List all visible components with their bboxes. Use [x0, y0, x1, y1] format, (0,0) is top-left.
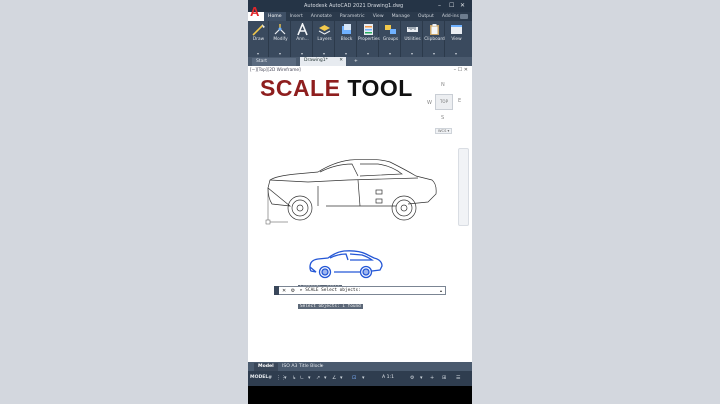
panel-view-label: View: [451, 37, 462, 42]
chevron-down-icon[interactable]: ▾: [389, 51, 391, 56]
chevron-down-icon[interactable]: ▾: [367, 51, 369, 56]
tab-parametric[interactable]: Parametric: [336, 12, 369, 21]
panel-annotation[interactable]: Ann... ▾: [292, 21, 313, 57]
chevron-down-icon[interactable]: ▾: [301, 51, 303, 56]
properties-icon: [364, 24, 373, 35]
chevron-down-icon[interactable]: ▾: [279, 51, 281, 56]
utilities-icon: [407, 27, 418, 32]
gear-icon[interactable]: ⚙: [291, 288, 295, 294]
clipboard-icon: [430, 24, 439, 35]
tab-insert[interactable]: Insert: [286, 12, 307, 21]
autocad-logo[interactable]: A: [250, 4, 262, 20]
panel-groups[interactable]: Groups ▾: [380, 21, 401, 57]
chevron-down-icon[interactable]: ▾: [284, 375, 287, 381]
panel-properties-label: Properties: [358, 37, 380, 42]
block-icon: [342, 24, 351, 34]
status-bar: MODEL # ⋮⋮ ▾ ↳ ∟ ▾ ↗ ▾ ∠ ▾ ⊡ ▾ A 1:1 ⚙ ▾…: [248, 371, 472, 386]
chevron-down-icon[interactable]: ▾: [308, 375, 311, 381]
chevron-down-icon[interactable]: ▾: [257, 51, 259, 56]
file-tabs: Start Drawing1* ✕ +: [248, 57, 472, 353]
panel-modify[interactable]: Modify ▾: [270, 21, 291, 57]
gear-icon[interactable]: ⚙: [410, 375, 414, 381]
panel-modify-label: Modify: [273, 37, 288, 42]
drawing-geometry: [265, 158, 437, 279]
panel-view[interactable]: View ▾: [446, 21, 472, 57]
close-icon[interactable]: ✕: [339, 58, 343, 63]
command-prompt[interactable]: ▸ SCALE Select objects:: [300, 288, 361, 293]
panel-draw[interactable]: Draw ▾: [248, 21, 269, 57]
tab-manage[interactable]: Manage: [388, 12, 414, 21]
tab-home[interactable]: Home: [264, 12, 286, 21]
panel-layers-label: Layers: [317, 37, 332, 42]
command-line-buttons: ✕ ⚙: [276, 288, 295, 294]
chevron-down-icon[interactable]: ▾: [411, 51, 413, 56]
close-icon[interactable]: ✕: [282, 288, 286, 294]
panel-layers[interactable]: Layers ▾: [314, 21, 335, 57]
screen-bottom-bar: [248, 386, 472, 404]
panel-clipboard-label: Clipboard: [424, 37, 445, 42]
draw-icon: [252, 24, 265, 36]
chevron-down-icon[interactable]: ▾: [455, 51, 457, 56]
autocad-window: Autodesk AutoCAD 2021 Drawing1.dwg – ☐ ✕…: [248, 0, 472, 386]
ribbon-tabs: Home Insert Annotate Parametric View Man…: [264, 12, 472, 21]
plus-icon[interactable]: +: [430, 375, 434, 381]
customization-menu-icon[interactable]: ☰: [456, 375, 460, 381]
command-history-toggle[interactable]: ▴: [440, 288, 442, 293]
panel-annotation-label: Ann...: [296, 37, 309, 42]
polar-tracking-icon[interactable]: ↗: [316, 375, 320, 381]
command-history-line: Select objects: 1 found: [298, 304, 363, 309]
drawing-canvas[interactable]: [−][Top][2D Wireframe] – ☐ ✕ SCALE TOOL …: [248, 66, 472, 362]
ortho-toggle-icon[interactable]: ∟: [300, 375, 304, 381]
chevron-down-icon[interactable]: ▾: [323, 51, 325, 56]
chevron-down-icon[interactable]: ▾: [345, 51, 347, 56]
tab-view[interactable]: View: [369, 12, 388, 21]
clean-screen-icon[interactable]: ⊞: [442, 375, 446, 381]
layout-tabs: Model ISO A3 Title Block +: [248, 362, 472, 371]
minimize-button[interactable]: –: [438, 2, 441, 9]
grid-toggle-icon[interactable]: #: [268, 375, 272, 381]
modify-icon: [274, 24, 286, 35]
window-title: Autodesk AutoCAD 2021 Drawing1.dwg: [304, 3, 404, 9]
panel-properties[interactable]: Properties ▾: [358, 21, 380, 57]
annotation-icon: [297, 23, 308, 36]
chevron-down-icon[interactable]: ▾: [324, 375, 327, 381]
panel-clipboard[interactable]: Clipboard ▾: [424, 21, 445, 57]
file-tab-drawing-label: Drawing1*: [304, 58, 328, 63]
annotation-scale[interactable]: A 1:1: [382, 375, 394, 380]
ribbon-panels: Draw ▾ Modify ▾ Ann... ▾ Layers ▾ Block …: [248, 21, 472, 57]
ribbon-minimize-toggle[interactable]: [460, 14, 468, 19]
panel-block-label: Block: [340, 37, 353, 42]
file-tab-start-label: Start: [256, 59, 267, 64]
chevron-down-icon[interactable]: ▾: [340, 375, 343, 381]
file-tab-start[interactable]: Start: [252, 58, 296, 66]
add-layout-button[interactable]: +: [316, 363, 328, 371]
maximize-button[interactable]: ☐: [449, 2, 454, 9]
panel-block[interactable]: Block ▾: [336, 21, 357, 57]
layers-icon: [318, 25, 331, 35]
chevron-down-icon[interactable]: ▾: [433, 51, 435, 56]
model-space-toggle[interactable]: MODEL: [250, 375, 268, 380]
title-bar: Autodesk AutoCAD 2021 Drawing1.dwg – ☐ ✕: [248, 0, 472, 12]
infer-constraints-icon[interactable]: ↳: [292, 375, 296, 381]
groups-icon: [385, 25, 396, 34]
large-car-drawing: [265, 158, 437, 225]
panel-utilities-label: Utilities: [404, 37, 421, 42]
object-snap-icon[interactable]: ⊡: [352, 375, 356, 381]
tab-model[interactable]: Model: [254, 363, 278, 371]
tab-output[interactable]: Output: [414, 12, 438, 21]
isodraft-icon[interactable]: ∠: [332, 375, 336, 381]
panel-utilities[interactable]: Utilities ▾: [402, 21, 423, 57]
chevron-down-icon[interactable]: ▾: [420, 375, 423, 381]
close-button[interactable]: ✕: [460, 2, 465, 9]
view-icon: [451, 25, 462, 34]
new-file-tab-button[interactable]: +: [350, 58, 362, 66]
chevron-down-icon[interactable]: ▾: [362, 375, 365, 381]
tab-annotate[interactable]: Annotate: [307, 12, 336, 21]
panel-groups-label: Groups: [382, 37, 399, 42]
panel-draw-label: Draw: [252, 37, 265, 42]
